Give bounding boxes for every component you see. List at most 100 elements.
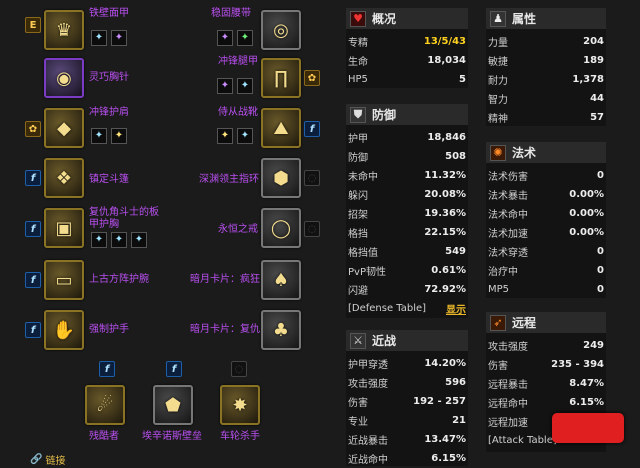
item-name-ring1[interactable]: 深渊领主指环 <box>199 174 259 186</box>
stat-row: 生命 18,034 <box>346 51 468 70</box>
offhand-slot[interactable]: ⬟ <box>153 385 193 425</box>
stat-label: 法术加速 <box>488 229 528 240</box>
waist-slot[interactable]: ◎ <box>261 10 301 50</box>
gem-purple-icon[interactable]: ✦ <box>217 78 233 94</box>
ring1-enchant-slot-icon[interactable]: ◌ <box>304 170 320 186</box>
wrist-slot[interactable]: ▭ <box>44 260 84 300</box>
attributes-header: ♟ 属性 <box>486 8 606 29</box>
gem-blue-icon[interactable]: ✦ <box>91 128 107 144</box>
stat-row: 敏捷 189 <box>486 51 606 70</box>
card-icon: ♠ <box>272 269 290 291</box>
stat-label: 格挡 <box>348 229 368 240</box>
link-button[interactable]: 🔗 链接 <box>30 452 65 467</box>
item-name-ranged[interactable]: 车轮杀手 <box>220 431 260 443</box>
hands-enchant-icon[interactable]: f <box>25 322 41 338</box>
ring1-slot[interactable]: ⬢ <box>261 158 301 198</box>
mainhand-slot[interactable]: ☄ <box>85 385 125 425</box>
link-label: 链接 <box>45 456 66 467</box>
item-name-trinket2[interactable]: 暗月卡片：复仇 <box>190 324 260 336</box>
stat-row: 远程暴击 8.47% <box>486 374 606 393</box>
shield-icon: ⛊ <box>350 106 366 123</box>
stat-value: 549 <box>445 246 466 257</box>
attack-table-label[interactable]: [Attack Table] <box>488 435 557 446</box>
item-name-mainhand[interactable]: 残酷者 <box>89 431 119 443</box>
legs-slot[interactable]: ∏ <box>261 58 301 98</box>
item-name-shoulder[interactable]: 冲锋护肩 <box>89 107 129 119</box>
gem-blue-icon[interactable]: ✦ <box>237 128 253 144</box>
ring2-enchant-slot-icon[interactable]: ◌ <box>304 221 320 237</box>
head-slot[interactable]: ♛ <box>44 10 84 50</box>
item-name-waist[interactable]: 稳固腰带 <box>211 8 251 20</box>
item-name-hands[interactable]: 强制护手 <box>89 324 129 336</box>
stat-label: 治疗中 <box>488 267 518 278</box>
trinket2-slot[interactable]: ♣ <box>261 310 301 350</box>
item-name-back[interactable]: 镇定斗篷 <box>89 174 129 186</box>
item-name-ring2[interactable]: 永恒之戒 <box>218 224 258 236</box>
item-name-neck[interactable]: 灵巧胸针 <box>89 72 129 84</box>
gem-green-icon[interactable]: ✦ <box>237 30 253 46</box>
item-name-legs[interactable]: 冲锋腿甲 <box>218 56 258 68</box>
gem-purple-icon[interactable]: ✦ <box>111 30 127 46</box>
stat-label: 智力 <box>488 95 508 106</box>
feet-slot[interactable]: ⛰ <box>261 108 301 148</box>
heart-icon: ♥ <box>350 10 366 27</box>
ranged-slot[interactable]: ✸ <box>220 385 260 425</box>
ring-icon: ◯ <box>270 217 292 239</box>
item-name-trinket1[interactable]: 暗月卡片：疯狂 <box>190 274 260 286</box>
stat-row: 招架 19.36% <box>346 204 468 223</box>
gem-yellow-icon[interactable]: ✦ <box>217 128 233 144</box>
feet-enchant-icon[interactable]: f <box>304 121 320 137</box>
attributes-icon: ♟ <box>490 10 506 27</box>
stat-value: 0.00% <box>569 208 604 219</box>
gem-purple-icon[interactable]: ✦ <box>217 30 233 46</box>
mainhand-enchant-icon[interactable]: f <box>99 361 115 377</box>
stat-row: 耐力 1,378 <box>486 70 606 89</box>
gem-diamond-icon[interactable]: ✦ <box>91 30 107 46</box>
stat-row: 智力 44 <box>486 89 606 108</box>
neck-slot[interactable]: ◉ <box>44 58 84 98</box>
crossed-swords-icon: ⚔ <box>350 332 366 349</box>
stat-row: 未命中 11.32% <box>346 166 468 185</box>
stat-row: 伤害 192 - 257 <box>346 392 468 411</box>
gem-yellow-icon[interactable]: ✦ <box>111 128 127 144</box>
ring2-slot[interactable]: ◯ <box>261 208 301 248</box>
gem-blue-icon[interactable]: ✦ <box>237 78 253 94</box>
back-slot[interactable]: ❖ <box>44 158 84 198</box>
shoulder-enchant-icon[interactable]: ✿ <box>25 121 41 137</box>
boots-icon: ⛰ <box>273 117 289 139</box>
stat-label: 未命中 <box>348 172 378 183</box>
spec-value: 13/5/43 <box>423 36 466 47</box>
belt-icon: ◎ <box>273 19 289 41</box>
stat-row: 护甲 18,846 <box>346 128 468 147</box>
shoulder-slot[interactable]: ◆ <box>44 108 84 148</box>
gem-blue-icon[interactable]: ✦ <box>131 232 147 248</box>
trinket1-slot[interactable]: ♠ <box>261 260 301 300</box>
item-name-offhand[interactable]: 埃辛诺斯壁垒 <box>142 431 202 443</box>
back-enchant-icon[interactable]: f <box>25 170 41 186</box>
wrist-enchant-icon[interactable]: f <box>25 272 41 288</box>
head-enchant-icon[interactable]: E <box>25 17 41 33</box>
item-name-feet[interactable]: 侍从战靴 <box>218 107 258 119</box>
gem-blue-icon[interactable]: ✦ <box>91 232 107 248</box>
melee-title: 近战 <box>372 334 397 348</box>
chest-slot[interactable]: ▣ <box>44 208 84 248</box>
legs-enchant-icon[interactable]: ✿ <box>304 70 320 86</box>
offhand-enchant-icon[interactable]: f <box>166 361 182 377</box>
defense-table-toggle[interactable]: 显示 <box>446 301 466 316</box>
item-name-chest[interactable]: 复仇角斗士的板甲护胸 <box>89 207 161 231</box>
stat-value: 6.15% <box>569 397 604 408</box>
stat-row: MP5 0 <box>486 280 606 299</box>
gem-blue-icon[interactable]: ✦ <box>111 232 127 248</box>
stat-value: 18,034 <box>427 55 466 66</box>
stat-label: 法术伤害 <box>488 172 528 183</box>
stat-label: 防御 <box>348 153 368 164</box>
chest-enchant-icon[interactable]: f <box>25 221 41 237</box>
stat-row: 攻击强度 249 <box>486 336 606 355</box>
item-name-head[interactable]: 铁壁面甲 <box>89 8 129 20</box>
ranged-enchant-slot-icon[interactable]: ◌ <box>231 361 247 377</box>
stat-value: 596 <box>445 377 466 388</box>
stat-row: 法术伤害 0 <box>486 166 606 185</box>
melee-panel: ⚔ 近战 护甲穿透 14.20% 攻击强度 596 伤害 192 - 257 专业 21 … <box>346 330 468 466</box>
item-name-wrist[interactable]: 上古方阵护腕 <box>89 274 149 286</box>
hands-slot[interactable]: ✋ <box>44 310 84 350</box>
